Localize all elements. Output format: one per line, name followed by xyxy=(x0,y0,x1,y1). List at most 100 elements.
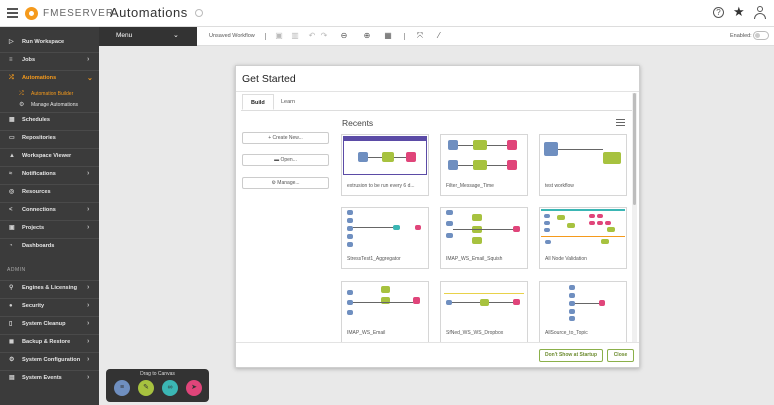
recent-workflow-name: IMAP_WS_Email xyxy=(347,330,386,336)
sidebar-item-resources[interactable]: ◎ Resources xyxy=(0,185,99,200)
user-icon[interactable] xyxy=(754,6,766,19)
chevron-right-icon: › xyxy=(87,302,90,309)
magic-wand-icon[interactable]: ⁄ xyxy=(434,31,444,41)
play-icon: ▷ xyxy=(9,39,14,45)
sidebar-item-backup-restore[interactable]: ◼ Backup & Restore › xyxy=(0,335,99,350)
close-button[interactable]: Close xyxy=(607,349,634,362)
brand-name: FMESERVER xyxy=(43,8,115,19)
recent-workflow-card[interactable]: test workflow xyxy=(539,134,627,196)
sidebar-item-projects[interactable]: ▣ Projects › xyxy=(0,221,99,236)
admin-section-label: ADMIN xyxy=(7,267,26,273)
tab-learn[interactable]: Learn xyxy=(273,94,303,110)
delete-icon[interactable]: ▥ xyxy=(290,31,300,41)
workflow-thumbnail xyxy=(343,209,427,248)
save-icon[interactable]: ▣ xyxy=(274,31,284,41)
chevron-down-icon: ⌄ xyxy=(87,75,93,82)
sidebar-item-manage-automations[interactable]: ⚙ Manage Automations xyxy=(0,99,99,110)
recent-workflow-card[interactable]: SfNed_WS_WS_Dropbox xyxy=(440,281,528,343)
manage-icon: ⚙ xyxy=(19,102,25,108)
sidebar-item-engines-licensing[interactable]: ⚲ Engines & Licensing › xyxy=(0,281,99,296)
sidebar-item-schedules[interactable]: ▦ Schedules xyxy=(0,113,99,128)
enabled-toggle[interactable] xyxy=(753,31,769,40)
top-bar: FMESERVER Automations ? ★ xyxy=(0,0,774,27)
cleanup-icon: ▯ xyxy=(9,321,13,327)
sidebar-item-connections[interactable]: < Connections › xyxy=(0,203,99,218)
workflow-thumbnail xyxy=(442,209,526,248)
sidebar: ▷ Run Workspace ≡ Jobs › ⤮ Automations ⌄… xyxy=(0,27,99,405)
dashboards-icon: ◔ xyxy=(9,243,13,249)
info-icon[interactable] xyxy=(195,9,203,17)
recent-workflow-name: StressTest1_Aggregator xyxy=(347,256,401,262)
chevron-right-icon: › xyxy=(87,356,90,363)
manage-button[interactable]: ⚙ Manage... xyxy=(242,177,329,189)
sidebar-item-notifications[interactable]: ≈ Notifications › xyxy=(0,167,99,182)
projects-icon: ▣ xyxy=(9,225,15,231)
recent-workflow-card[interactable]: IMAP_WS_Email_Squish xyxy=(440,207,528,269)
list-view-icon[interactable] xyxy=(616,119,625,126)
sidebar-item-repositories[interactable]: ▭ Repositories xyxy=(0,131,99,146)
sidebar-item-system-configuration[interactable]: ⚙ System Configuration › xyxy=(0,353,99,368)
backup-icon: ◼ xyxy=(9,339,14,345)
sidebar-item-automations[interactable]: ⤮ Automations ⌄ xyxy=(0,71,99,86)
grid-icon[interactable]: ▦ xyxy=(383,31,393,41)
tab-build[interactable]: Build xyxy=(242,94,274,110)
folder-icon: ▭ xyxy=(9,135,15,141)
config-icon: ⚙ xyxy=(9,357,15,363)
workflow-thumbnail xyxy=(541,136,625,175)
get-started-dialog: Get Started Build Learn + Create New... … xyxy=(235,65,640,368)
connection-node-icon[interactable]: ∞ xyxy=(162,380,178,396)
undo-icon[interactable]: ↶ xyxy=(307,31,317,41)
hamburger-menu-icon[interactable] xyxy=(7,8,18,18)
recents-title: Recents xyxy=(342,118,374,128)
recent-workflow-card[interactable]: StressTest1_Aggregator xyxy=(341,207,429,269)
recent-workflow-name: IMAP_WS_Email_Squish xyxy=(446,256,503,262)
menu-button[interactable]: Menu ⌄ xyxy=(99,27,197,46)
recent-workflow-name: extrusion to be run every 6 d... xyxy=(347,183,415,189)
chevron-right-icon: › xyxy=(87,338,90,345)
recent-workflow-card[interactable]: All Node Validation xyxy=(539,207,627,269)
external-action-node-icon[interactable]: ➤ xyxy=(186,380,202,396)
recent-workflow-name: AllSource_to_Topic xyxy=(545,330,588,336)
create-new-button[interactable]: + Create New... xyxy=(242,132,329,144)
zoom-in-icon[interactable]: ⊕ xyxy=(362,31,372,41)
chevron-right-icon: › xyxy=(87,206,90,213)
security-icon: ● xyxy=(9,303,13,309)
zoom-out-icon[interactable]: ⊖ xyxy=(339,31,349,41)
redo-icon[interactable]: ↷ xyxy=(319,31,329,41)
workflow-thumbnail xyxy=(442,283,526,322)
enabled-label: Enabled: xyxy=(730,33,752,39)
sidebar-item-system-events[interactable]: ▤ System Events › xyxy=(0,371,99,386)
recent-workflow-card[interactable]: AllSource_to_Topic xyxy=(539,281,627,343)
sidebar-item-workspace-viewer[interactable]: ▲ Workspace Viewer xyxy=(0,149,99,164)
dialog-title: Get Started xyxy=(242,73,296,85)
sidebar-item-run-workspace[interactable]: ▷ Run Workspace xyxy=(0,35,99,50)
fit-to-screen-icon[interactable]: ⤧ xyxy=(415,31,425,41)
workflow-toolbar: Menu ⌄ Unsaved Workflow ▣ ▥ ↶ ↷ ⊖ ⊕ ▦ ⤧ … xyxy=(99,27,774,46)
chevron-right-icon: › xyxy=(87,284,90,291)
page-title: Automations xyxy=(110,5,188,20)
workflow-thumbnail xyxy=(343,283,427,322)
sidebar-item-dashboards[interactable]: ◔ Dashboards xyxy=(0,239,99,254)
sidebar-item-jobs[interactable]: ≡ Jobs › xyxy=(0,53,99,68)
help-icon[interactable]: ? xyxy=(713,7,724,18)
automations-icon: ⤮ xyxy=(9,75,14,81)
chevron-right-icon: › xyxy=(87,320,90,327)
dont-show-at-startup-button[interactable]: Don't Show at Startup xyxy=(539,349,603,362)
favorite-star-icon[interactable]: ★ xyxy=(733,4,745,20)
recent-workflow-name: SfNed_WS_WS_Dropbox xyxy=(446,330,504,336)
notifications-icon: ≈ xyxy=(9,171,13,177)
recents-scrollbar[interactable] xyxy=(632,93,637,343)
trigger-node-icon[interactable]: ≡ xyxy=(114,380,130,396)
open-button[interactable]: ▬ Open... xyxy=(242,154,329,166)
chevron-down-icon: ⌄ xyxy=(173,32,179,39)
chevron-right-icon: › xyxy=(87,224,90,231)
recent-workflow-card[interactable]: Filter_Message_Time xyxy=(440,134,528,196)
recent-workflow-card[interactable]: extrusion to be run every 6 d... xyxy=(341,134,429,196)
recent-workflow-card[interactable]: IMAP_WS_Email xyxy=(341,281,429,343)
sidebar-item-system-cleanup[interactable]: ▯ System Cleanup › xyxy=(0,317,99,332)
sidebar-item-automation-builder[interactable]: ⤮ Automation Builder xyxy=(0,88,99,99)
resources-icon: ◎ xyxy=(9,189,15,195)
recent-workflow-name: Filter_Message_Time xyxy=(446,183,494,189)
action-node-icon[interactable]: ✎ xyxy=(138,380,154,396)
sidebar-item-security[interactable]: ● Security › xyxy=(0,299,99,314)
